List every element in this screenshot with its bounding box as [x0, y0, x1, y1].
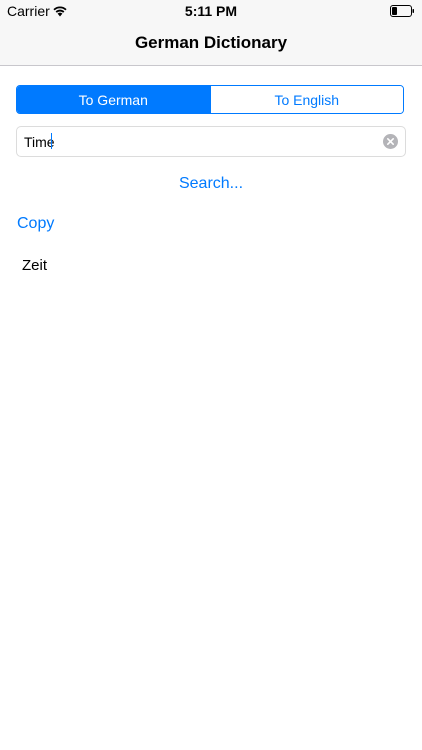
translation-result: Zeit — [22, 257, 48, 274]
copy-button[interactable]: Copy — [17, 215, 54, 233]
clear-icon — [387, 138, 394, 145]
search-button[interactable]: Search... — [0, 175, 422, 193]
battery-icon — [390, 5, 414, 17]
text-cursor — [51, 133, 52, 149]
status-time: 5:11 PM — [184, 3, 238, 19]
status-bar: Carrier 5:11 PM — [0, 0, 422, 22]
clear-button[interactable] — [383, 134, 398, 149]
direction-segmented-control: To German To English — [16, 85, 404, 114]
segment-to-german[interactable]: To German — [17, 86, 210, 113]
page-title: German Dictionary — [134, 33, 288, 52]
search-input[interactable] — [24, 133, 364, 151]
segment-to-english[interactable]: To English — [209, 86, 403, 113]
search-field[interactable] — [16, 126, 406, 157]
navigation-bar: German Dictionary — [0, 22, 422, 66]
